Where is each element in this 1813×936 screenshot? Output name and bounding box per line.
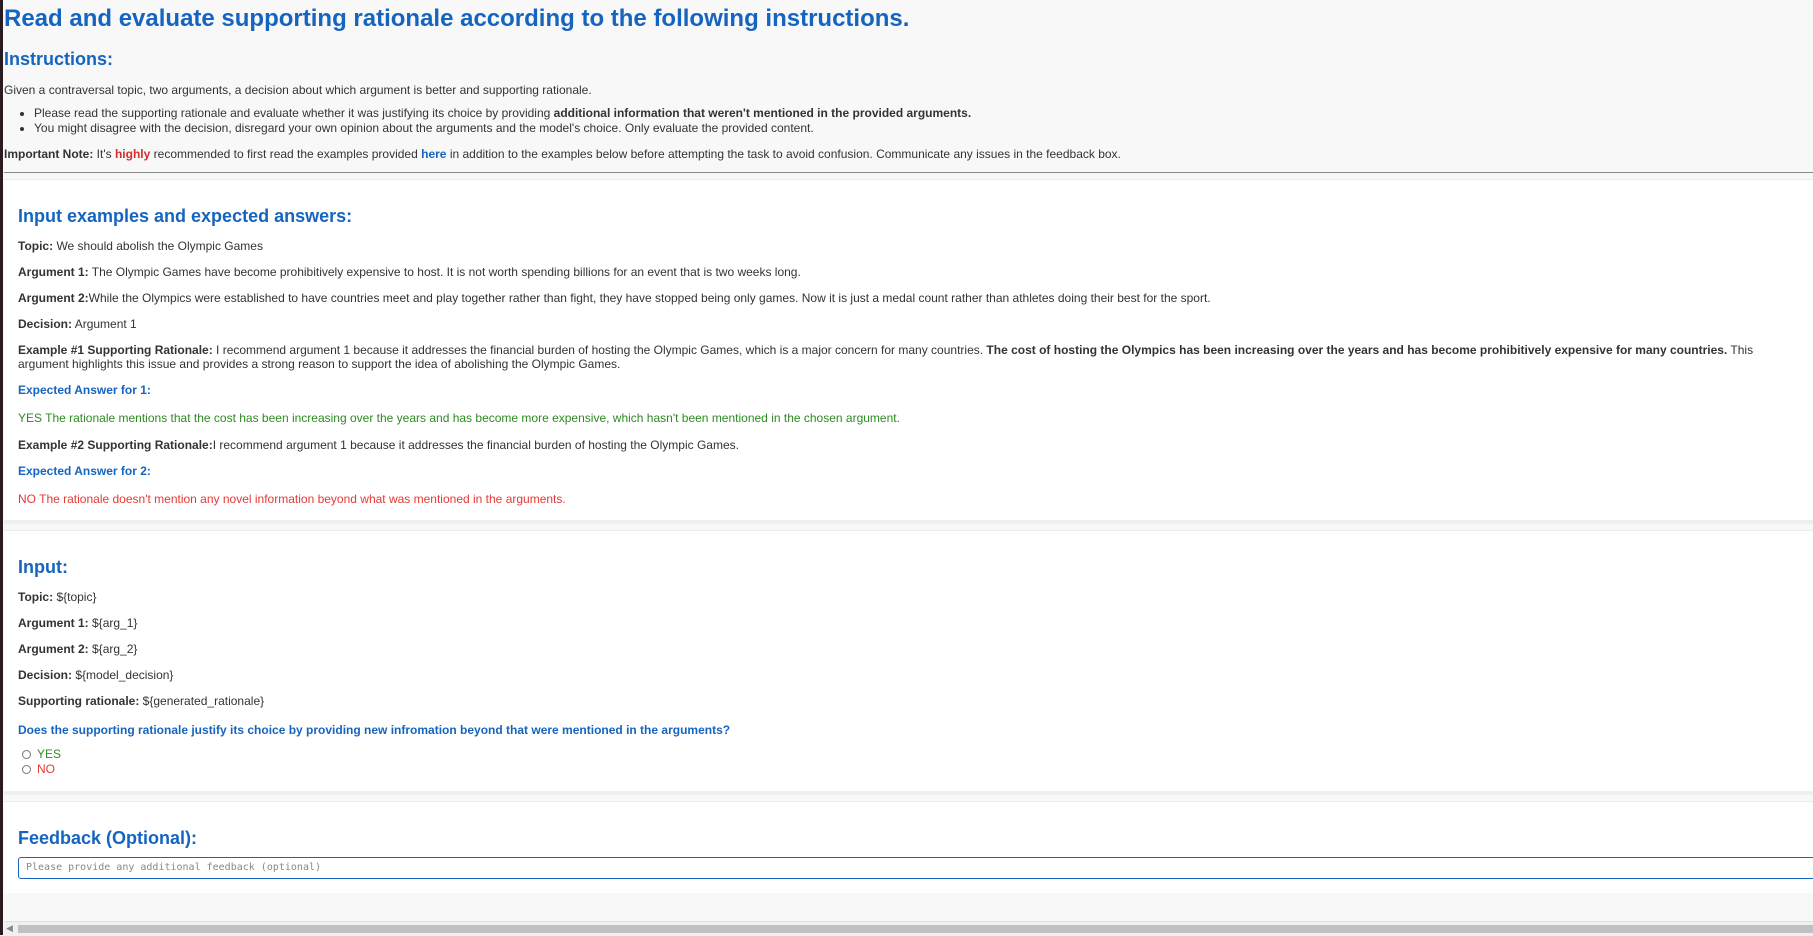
input-argument-2: Argument 2: ${arg_2} — [18, 642, 1799, 656]
important-note: Important Note: It's highly recommended … — [4, 146, 1813, 162]
feedback-panel: Feedback (Optional): — [4, 801, 1813, 893]
examples-link[interactable]: here — [421, 147, 446, 161]
instruction-bullet-1: Please read the supporting rationale and… — [34, 106, 1813, 121]
note-pre: It's — [93, 147, 115, 161]
note-mid: recommended to first read the examples p… — [150, 147, 422, 161]
answer-yes-option[interactable]: YES — [18, 747, 1799, 762]
answer-yes-label[interactable]: YES — [37, 747, 61, 762]
page-title: Read and evaluate supporting rationale a… — [4, 5, 910, 32]
input-rationale: Supporting rationale: ${generated_ration… — [18, 694, 1799, 708]
window-edge — [0, 0, 3, 935]
example-1-text-bold: The cost of hosting the Olympics has bee… — [986, 343, 1728, 357]
example-1-label: Example #1 Supporting Rationale: — [18, 343, 213, 357]
expected-answer-1: YES The rationale mentions that the cost… — [18, 411, 900, 425]
answer-yes-radio[interactable] — [22, 750, 31, 759]
example-1-rationale: Example #1 Supporting Rationale: I recom… — [18, 343, 1799, 371]
input-arg1-value: ${arg_1} — [88, 616, 138, 630]
input-arg2-label: Argument 2: — [18, 642, 89, 656]
hit-task-page: Read and evaluate supporting rationale a… — [4, 0, 1813, 935]
example-2-rationale: Example #2 Supporting Rationale:I recomm… — [18, 438, 1799, 452]
example-arg1-value: The Olympic Games have become prohibitiv… — [88, 265, 801, 279]
example-decision-label: Decision: — [18, 317, 73, 331]
input-arg2-value: ${arg_2} — [88, 642, 138, 656]
scroll-left-icon[interactable]: ◀ — [6, 923, 13, 934]
input-argument-1: Argument 1: ${arg_1} — [18, 616, 1799, 630]
note-highlight: highly — [114, 147, 151, 161]
bullet-1-text: Please read the supporting rationale and… — [34, 106, 554, 120]
scrollbar-thumb[interactable] — [18, 925, 1813, 933]
example-arg1-label: Argument 1: — [18, 265, 89, 279]
input-rationale-label: Supporting rationale: — [18, 694, 140, 708]
answer-radio-group: YES NO — [18, 747, 1799, 777]
note-post: in addition to the examples below before… — [446, 147, 1121, 161]
feedback-heading: Feedback (Optional): — [18, 828, 198, 848]
input-arg1-label: Argument 1: — [18, 616, 89, 630]
input-topic-label: Topic: — [18, 590, 54, 604]
example-topic-value: We should abolish the Olympic Games — [53, 239, 263, 253]
example-argument-1: Argument 1: The Olympic Games have becom… — [18, 265, 1799, 279]
examples-heading: Input examples and expected answers: — [18, 206, 353, 226]
example-decision: Decision: Argument 1 — [18, 317, 1799, 331]
note-label: Important Note: — [4, 147, 94, 161]
instructions-heading: Instructions: — [4, 49, 114, 69]
bullet-1-bold: additional information that weren't ment… — [553, 106, 972, 120]
answer-no-radio[interactable] — [22, 765, 31, 774]
example-argument-2: Argument 2:While the Olympics were estab… — [18, 291, 1799, 305]
input-rationale-value: ${generated_rationale} — [139, 694, 265, 708]
example-arg2-value: While the Olympics were established to h… — [88, 291, 1211, 305]
answer-no-option[interactable]: NO — [18, 762, 1799, 777]
input-topic-value: ${topic} — [53, 590, 97, 604]
divider — [4, 172, 1813, 173]
instruction-bullet-2: You might disagree with the decision, di… — [34, 121, 1813, 136]
answer-no-label[interactable]: NO — [37, 762, 55, 777]
instructions-list: Please read the supporting rationale and… — [4, 106, 1813, 136]
input-topic: Topic: ${topic} — [18, 590, 1799, 604]
expected-answer-2: NO The rationale doesn't mention any nov… — [18, 492, 566, 506]
input-panel: Input: Topic: ${topic} Argument 1: ${arg… — [4, 530, 1813, 795]
example-2-text: I recommend argument 1 because it addres… — [212, 438, 739, 452]
instructions-intro: Given a contraversal topic, two argument… — [4, 83, 592, 97]
example-topic-label: Topic: — [18, 239, 54, 253]
input-heading: Input: — [18, 557, 68, 577]
input-decision: Decision: ${model_decision} — [18, 668, 1799, 682]
horizontal-scrollbar[interactable]: ◀ — [4, 921, 1813, 936]
example-decision-value: Argument 1 — [72, 317, 137, 331]
expected-answer-2-label: Expected Answer for 2: — [18, 464, 151, 478]
example-1-text-pre: I recommend argument 1 because it addres… — [212, 343, 987, 357]
feedback-textarea[interactable] — [18, 857, 1813, 879]
input-decision-label: Decision: — [18, 668, 73, 682]
examples-panel: Input examples and expected answers: Top… — [4, 179, 1813, 524]
example-arg2-label: Argument 2: — [18, 291, 89, 305]
evaluation-question: Does the supporting rationale justify it… — [18, 723, 731, 737]
example-2-label: Example #2 Supporting Rationale: — [18, 438, 213, 452]
example-topic: Topic: We should abolish the Olympic Gam… — [18, 239, 1799, 253]
expected-answer-1-label: Expected Answer for 1: — [18, 383, 151, 397]
input-decision-value: ${model_decision} — [72, 668, 174, 682]
